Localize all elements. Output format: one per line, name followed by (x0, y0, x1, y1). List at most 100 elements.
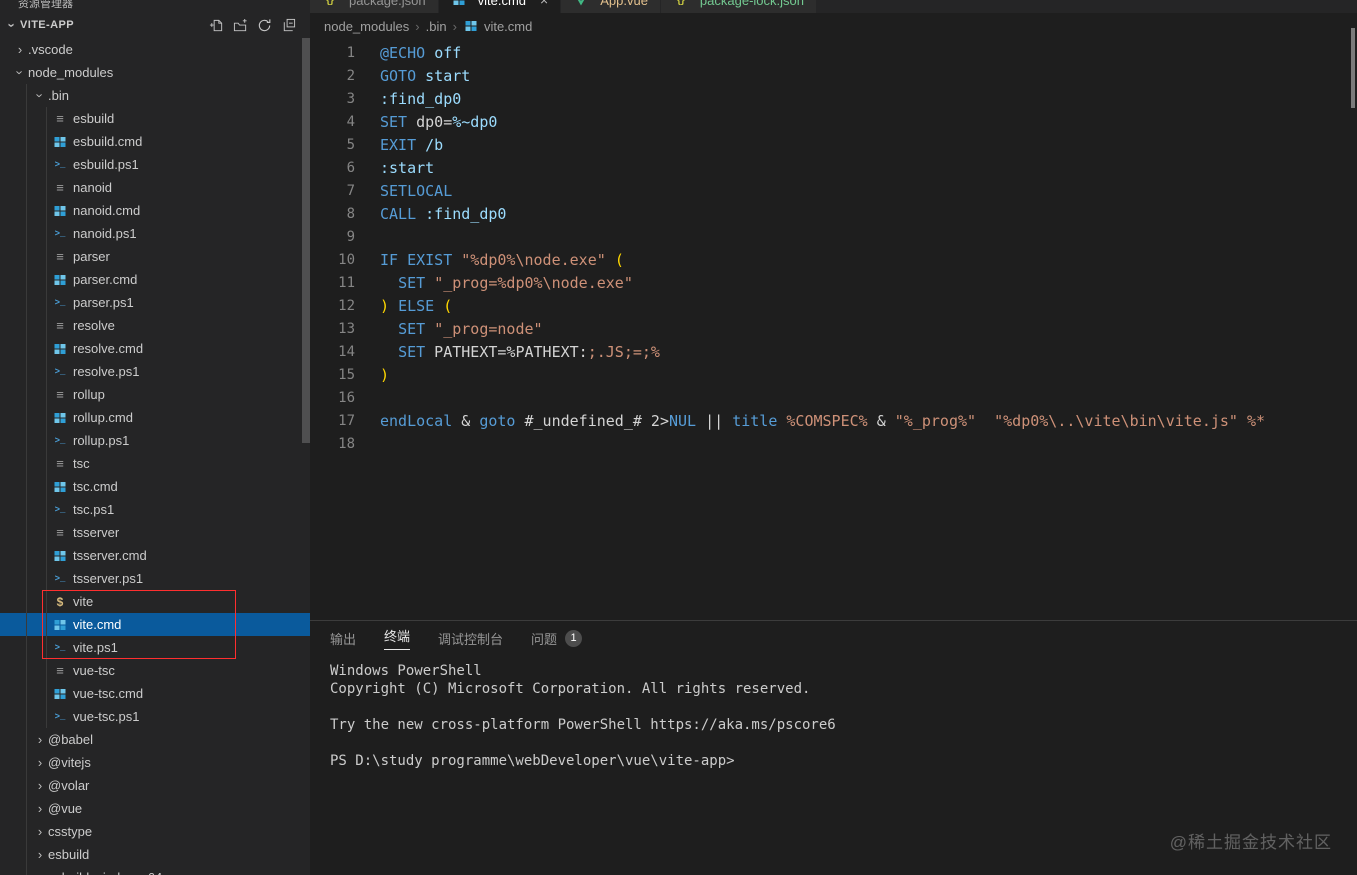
cmd-file-icon (52, 410, 68, 426)
bottom-panel: 输出 终端 调试控制台 问题 1 Windows PowerShell Copyright… (310, 620, 1357, 875)
code-text: SET PATHEXT=%PATHEXT:;.JS;=;% (398, 342, 660, 361)
tree-item-tsc.cmd[interactable]: tsc.cmd (0, 475, 310, 498)
panel-tab-output[interactable]: 输出 (330, 629, 356, 648)
breadcrumb-item[interactable]: .bin (426, 19, 447, 34)
panel-tab-problems[interactable]: 问题 1 (531, 629, 583, 648)
code-editor[interactable]: 1 @ECHO off 2 GOTO start 3:find_dp0 4 SET dp0=… (310, 39, 1357, 620)
tree-item-label: @vue (48, 801, 83, 816)
line-number: 2 (346, 67, 355, 84)
tree-item-tsserver.cmd[interactable]: tsserver.cmd (0, 544, 310, 567)
tree-item-node_modules[interactable]: › node_modules (0, 61, 310, 84)
refresh-icon[interactable] (257, 18, 272, 33)
powershell-file-icon: >_ (54, 366, 66, 377)
tree-item-vite.cmd[interactable]: vite.cmd (0, 613, 310, 636)
breadcrumb[interactable]: node_modules › .bin › vite.cmd (310, 13, 1357, 39)
tree-item-@vue[interactable]: › @vue (0, 797, 310, 820)
tree-item-label: esbuild (48, 847, 90, 862)
tree-item-label: tsc (73, 456, 90, 471)
explorer-title: 资源管理器 (0, 0, 310, 12)
cmd-file-icon (465, 20, 477, 32)
panel-tab-terminal[interactable]: 终端 (384, 626, 411, 650)
line-number: 4 (346, 113, 355, 130)
project-header[interactable]: › VITE-APP (0, 12, 310, 38)
code-text: SETLOCAL (380, 181, 453, 200)
editor-scrollbar[interactable] (1351, 28, 1355, 108)
code-line: 12) ELSE ( (310, 294, 1357, 317)
tree-item-tsc[interactable]: ≡ tsc (0, 452, 310, 475)
tree-item-rollup.cmd[interactable]: rollup.cmd (0, 406, 310, 429)
terminal-output[interactable]: Windows PowerShell Copyright (C) Microsof… (316, 655, 1357, 770)
chevron-right-icon: › (37, 755, 43, 770)
tree-item-@volar[interactable]: › @volar (0, 774, 310, 797)
tree-item-tsserver.ps1[interactable]: >_ tsserver.ps1 (0, 567, 310, 590)
tree-item-csstype[interactable]: › csstype (0, 820, 310, 843)
cmd-file-icon (52, 134, 68, 150)
tree-item-resolve.ps1[interactable]: >_ resolve.ps1 (0, 360, 310, 383)
code-text: ) (380, 365, 390, 384)
tree-item-nanoid[interactable]: ≡ nanoid (0, 176, 310, 199)
new-file-icon[interactable] (209, 18, 224, 33)
tab-app-vue[interactable]: App.vue (561, 0, 661, 13)
problems-count-badge: 1 (565, 629, 583, 647)
tree-item-vite[interactable]: $ vite (0, 590, 310, 613)
tree-item-.vscode[interactable]: › .vscode (0, 38, 310, 61)
line-number: 1 (346, 44, 355, 61)
tree-item-@vitejs[interactable]: › @vitejs (0, 751, 310, 774)
tab-vite-cmd[interactable]: vite.cmd × (438, 0, 562, 13)
tree-item-@babel[interactable]: › @babel (0, 728, 310, 751)
line-number: 8 (346, 205, 355, 222)
line-number: 14 (338, 343, 355, 360)
tree-item-parser.ps1[interactable]: >_ parser.ps1 (0, 291, 310, 314)
tree-item-esbuild[interactable]: › esbuild (0, 843, 310, 866)
tree-item-esbuild[interactable]: ≡ esbuild (0, 107, 310, 130)
tree-item-esbuild.cmd[interactable]: esbuild.cmd (0, 130, 310, 153)
tree-item-tsc.ps1[interactable]: >_ tsc.ps1 (0, 498, 310, 521)
tree-item-tsserver[interactable]: ≡ tsserver (0, 521, 310, 544)
tree-item-rollup[interactable]: ≡ rollup (0, 383, 310, 406)
close-icon[interactable]: × (540, 0, 548, 8)
tab-package-lock-json[interactable]: {} package-lock.json (660, 0, 817, 13)
breadcrumb-item[interactable]: node_modules (324, 19, 409, 34)
tree-item-nanoid.ps1[interactable]: >_ nanoid.ps1 (0, 222, 310, 245)
powershell-file-icon: >_ (54, 297, 66, 308)
cmd-file-icon (52, 617, 68, 633)
tab-label: package-lock.json (699, 0, 804, 8)
tree-item-vue-tsc[interactable]: ≡ vue-tsc (0, 659, 310, 682)
tree-item-rollup.ps1[interactable]: >_ rollup.ps1 (0, 429, 310, 452)
breadcrumb-item[interactable]: vite.cmd (484, 19, 532, 34)
tree-item-vue-tsc.ps1[interactable]: >_ vue-tsc.ps1 (0, 705, 310, 728)
code-line: 8 CALL :find_dp0 (310, 202, 1357, 225)
code-text: SET "_prog=node" (398, 319, 543, 338)
tree-item-resolve.cmd[interactable]: resolve.cmd (0, 337, 310, 360)
tree-item-label: parser.cmd (73, 272, 138, 287)
tree-item-label: parser (73, 249, 110, 264)
file-icon: ≡ (56, 318, 64, 333)
tree-item-resolve[interactable]: ≡ resolve (0, 314, 310, 337)
tree-item-vite.ps1[interactable]: >_ vite.ps1 (0, 636, 310, 659)
tree-item-parser[interactable]: ≡ parser (0, 245, 310, 268)
new-folder-icon[interactable] (233, 18, 248, 33)
tree-item-.bin[interactable]: › .bin (0, 84, 310, 107)
line-number: 7 (346, 182, 355, 199)
tree-item-label: vue-tsc.ps1 (73, 709, 140, 724)
tab-label: App.vue (600, 0, 648, 8)
project-name: VITE-APP (20, 19, 74, 31)
code-line: 18 (310, 432, 1357, 455)
tree-item-parser.cmd[interactable]: parser.cmd (0, 268, 310, 291)
panel-tab-debug-console[interactable]: 调试控制台 (438, 629, 503, 648)
tree-item-vue-tsc.cmd[interactable]: vue-tsc.cmd (0, 682, 310, 705)
powershell-file-icon: >_ (54, 573, 66, 584)
chevron-down-icon: › (4, 22, 20, 28)
collapse-all-icon[interactable] (281, 18, 296, 33)
tree-item-esbuild.ps1[interactable]: >_ esbuild.ps1 (0, 153, 310, 176)
sidebar-scrollbar[interactable] (302, 38, 310, 443)
code-text: EXIT /b (380, 135, 444, 154)
line-number: 18 (338, 435, 355, 452)
chevron-right-icon: › (37, 847, 43, 862)
tab-package-json[interactable]: {} package.json (310, 0, 439, 13)
tree-item-nanoid.cmd[interactable]: nanoid.cmd (0, 199, 310, 222)
tree-item-esbuild-windows-64[interactable]: ›esbuild-windows-64 (0, 866, 310, 875)
